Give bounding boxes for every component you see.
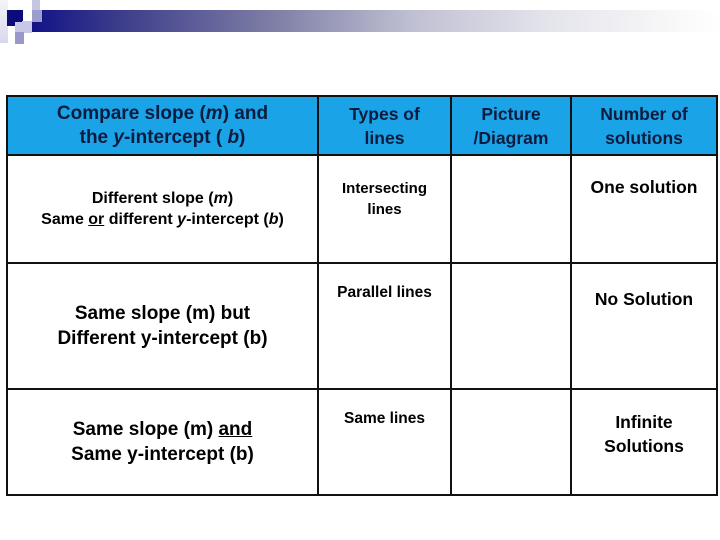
cell-solutions: No Solution — [570, 262, 718, 390]
cell-solutions: One solution — [570, 154, 718, 264]
cell-text: ) — [278, 211, 284, 228]
comparison-table: Compare slope (m) and the y-intercept ( … — [6, 95, 718, 496]
cell-text: -intercept ( — [186, 211, 269, 228]
header-text: Types of — [349, 103, 420, 124]
cell-type: Same lines — [317, 388, 452, 496]
header-text: lines — [364, 127, 405, 148]
cell-text: Different y-intercept (b) — [57, 328, 268, 349]
cell-text: Same slope (m) but — [74, 303, 251, 324]
cell-picture — [450, 388, 572, 496]
cell-type: Parallel lines — [317, 262, 452, 390]
decor-square — [32, 10, 42, 22]
header-text: Compare slope ( — [56, 102, 206, 124]
cell-text: Same y-intercept (b) — [71, 444, 254, 465]
header-text: solutions — [605, 127, 683, 148]
cell-type: Intersecting lines — [317, 154, 452, 264]
table-row-parallel: Same slope (m) but Different y-intercept… — [6, 262, 718, 390]
cell-text: Different slope ( — [91, 190, 214, 207]
table-row-same: Same slope (m) and Same y-intercept (b) … — [6, 388, 718, 496]
header-text: ) — [239, 126, 246, 148]
title-gradient-bar — [32, 10, 720, 32]
cell-text: Same slope (m) — [72, 419, 219, 440]
cell-compare: Same slope (m) and Same y-intercept (b) — [6, 388, 319, 496]
cell-text: y — [177, 211, 187, 228]
cell-picture — [450, 262, 572, 390]
header-text: ) and — [222, 102, 269, 124]
table-row-intersecting: Different slope (m) Same or different y-… — [6, 154, 718, 264]
cell-text: Infinite — [615, 412, 673, 432]
header-text: the — [79, 126, 114, 148]
cell-text: m — [213, 190, 228, 207]
header-text: Picture — [481, 103, 541, 124]
header-number-of-solutions: Number of solutions — [570, 95, 718, 156]
cell-compare: Same slope (m) but Different y-intercept… — [6, 262, 319, 390]
cell-text: Same — [41, 211, 89, 228]
header-compare: Compare slope (m) and the y-intercept ( … — [6, 95, 319, 156]
cell-text: or — [88, 211, 105, 228]
table-header-row: Compare slope (m) and the y-intercept ( … — [6, 95, 718, 156]
cell-text: Solutions — [604, 436, 684, 456]
cell-picture — [450, 154, 572, 264]
cell-text: and — [218, 419, 253, 440]
header-text: y — [113, 126, 124, 148]
cell-text: ) — [227, 190, 234, 207]
decor-square — [15, 32, 24, 44]
cell-text: different — [104, 211, 178, 228]
header-text: m — [205, 102, 223, 124]
header-text: b — [227, 126, 240, 148]
header-picture-diagram: Picture /Diagram — [450, 95, 572, 156]
cell-compare: Different slope (m) Same or different y-… — [6, 154, 319, 264]
header-text: /Diagram — [473, 127, 549, 148]
header-text: -intercept ( — [123, 126, 228, 148]
cell-solutions: Infinite Solutions — [570, 388, 718, 496]
cell-text: lines — [367, 201, 402, 218]
header-text: Number of — [600, 103, 688, 124]
cell-text: b — [268, 211, 279, 228]
cell-text: Intersecting — [341, 180, 428, 197]
header-types-of-lines: Types of lines — [317, 95, 452, 156]
